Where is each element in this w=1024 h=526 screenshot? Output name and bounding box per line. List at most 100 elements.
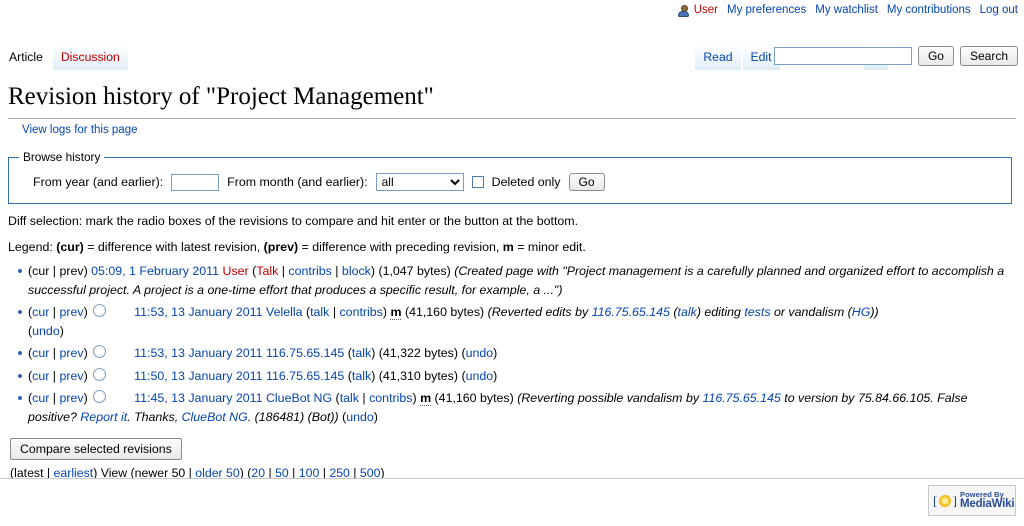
from-month-select[interactable]: allJanuaryFebruaryMarchAprilMayJuneJulyA… [375, 173, 464, 191]
revision-comment: (Reverted edits by 116.75.65.145 (talk) … [487, 305, 879, 319]
cur-diff-link: cur [32, 264, 50, 278]
comment-link[interactable]: talk [678, 305, 697, 319]
powered-by-mediawiki-badge[interactable]: [] Powered By MediaWiki [928, 485, 1016, 516]
prev-diff-link: prev [59, 264, 84, 278]
revision-radio-old[interactable] [93, 390, 107, 403]
undo-link[interactable]: undo [466, 346, 494, 360]
prev-diff-link[interactable]: prev [59, 305, 83, 319]
powered-by-line1: Powered By [960, 489, 1004, 499]
search-form: Go Search [773, 46, 1018, 66]
search-button[interactable]: Search [959, 46, 1018, 66]
powered-by-line2: MediaWiki [960, 498, 1015, 510]
powered-by-text: Powered By MediaWiki [960, 489, 1015, 511]
undo-link[interactable]: undo [346, 410, 374, 424]
undo-link[interactable]: undo [32, 324, 60, 338]
view-logs-link[interactable]: View logs for this page [22, 124, 138, 136]
comment-link[interactable]: tests [744, 305, 770, 319]
browse-history-controls: From year (and earlier): From month (and… [19, 168, 1001, 193]
legend-cur: (cur) [56, 240, 84, 254]
user-talk-link[interactable]: talk [310, 305, 329, 319]
minor-edit-flag: m [420, 391, 432, 406]
from-month-label: From month (and earlier): [227, 175, 368, 189]
page-title: Revision history of "Project Management" [8, 83, 434, 110]
revision-timestamp-link[interactable]: 11:53, 13 January 2011 [134, 346, 262, 360]
revision-radio-old[interactable] [93, 345, 107, 358]
legend-prev-text: = difference with preceding revision, [298, 240, 503, 254]
legend-minor: m [502, 240, 514, 254]
user-contribs-link[interactable]: contribs [369, 391, 412, 405]
revision-user-link[interactable]: ClueBot NG [266, 391, 332, 405]
cur-diff-link[interactable]: cur [32, 305, 49, 319]
revision-history-list: (cur | prev) 05:09, 1 February 2011 User… [0, 262, 1024, 426]
revision-size: (41,160 bytes) [434, 391, 514, 405]
revision-radio-old[interactable] [93, 304, 107, 317]
tab-discussion[interactable]: Discussion [51, 44, 129, 70]
namespace-tabs: Article Discussion [0, 44, 129, 70]
legend-prev: (prev) [263, 240, 299, 254]
personal-link-log-out[interactable]: Log out [980, 4, 1018, 16]
browse-history-legend: Browse history [23, 150, 101, 164]
page-subtitle: View logs for this page [0, 119, 1024, 136]
tab-read[interactable]: Read [694, 44, 742, 70]
personal-toolbar: User My preferences My watchlist My cont… [677, 0, 1018, 20]
personal-link-my-contributions[interactable]: My contributions [887, 4, 971, 16]
comment-link[interactable]: Report it [80, 410, 127, 424]
comment-link[interactable]: 116.75.65.145 [702, 391, 780, 405]
revision-row: (cur | prev) 11:53, 13 January 2011 Vele… [0, 303, 1024, 340]
prev-diff-link[interactable]: prev [59, 369, 83, 383]
tab-article[interactable]: Article [0, 44, 52, 70]
user-avatar-icon [677, 4, 689, 18]
user-contribs-link[interactable]: contribs [339, 305, 382, 319]
revision-timestamp-link[interactable]: 11:45, 13 January 2011 [134, 391, 262, 405]
deleted-only-label: Deleted only [491, 175, 561, 189]
content-area: Revision history of "Project Management"… [0, 74, 1024, 480]
revision-timestamp-link[interactable]: 11:50, 13 January 2011 [134, 369, 262, 383]
personal-link-my-watchlist[interactable]: My watchlist [815, 4, 878, 16]
cur-diff-link[interactable]: cur [32, 391, 49, 405]
cur-diff-link[interactable]: cur [32, 346, 49, 360]
user-talk-link[interactable]: Talk [256, 264, 278, 278]
search-input[interactable] [773, 47, 912, 65]
prev-diff-link[interactable]: prev [59, 391, 83, 405]
browse-history-go-button[interactable]: Go [568, 173, 605, 191]
revision-timestamp-link[interactable]: 11:53, 13 January 2011 [134, 305, 262, 319]
revision-user-link[interactable]: 116.75.65.145 [266, 346, 344, 360]
legend-prefix: Legend: [8, 240, 57, 254]
comment-link[interactable]: ClueBot NG [182, 410, 248, 424]
undo-link[interactable]: undo [466, 369, 494, 383]
from-year-input[interactable] [171, 173, 220, 191]
revision-size: (41,322 bytes) [378, 346, 458, 360]
legend-note: Legend: (cur) = difference with latest r… [0, 228, 1024, 254]
user-talk-link[interactable]: talk [340, 391, 359, 405]
comment-link[interactable]: 116.75.65.145 [592, 305, 670, 319]
search-go-button[interactable]: Go [917, 46, 954, 66]
minor-edit-flag: m [390, 305, 402, 320]
legend-minor-text: = minor edit. [513, 240, 586, 254]
personal-link-user[interactable]: User [694, 4, 718, 16]
user-block-link[interactable]: block [342, 264, 371, 278]
legend-cur-text: = difference with latest revision, [83, 240, 264, 254]
mediawiki-sunflower-icon: [] [933, 492, 957, 508]
revision-user-link[interactable]: User [223, 264, 249, 278]
comment-link[interactable]: HG [852, 305, 871, 319]
revision-size: (41,160 bytes) [404, 305, 485, 319]
browse-history-fieldset: Browse history From year (and earlier): … [8, 150, 1012, 204]
user-contribs-link[interactable]: contribs [288, 264, 331, 278]
cur-diff-link[interactable]: cur [32, 369, 49, 383]
revision-row: (cur | prev) 05:09, 1 February 2011 User… [0, 262, 1024, 299]
revision-size: (41,310 bytes) [378, 368, 458, 383]
compare-selected-revisions-button[interactable]: Compare selected revisions [10, 438, 182, 460]
revision-user-link[interactable]: Velella [266, 305, 303, 319]
diff-selection-note: Diff selection: mark the radio boxes of … [8, 214, 579, 228]
personal-link-my-preferences[interactable]: My preferences [727, 4, 806, 16]
revision-radio-old[interactable] [93, 367, 107, 381]
from-year-label: From year (and earlier): [33, 175, 164, 189]
user-talk-link[interactable]: talk [352, 369, 371, 383]
footer: [] Powered By MediaWiki [0, 479, 1024, 526]
revision-user-link[interactable]: 116.75.65.145 [266, 369, 344, 383]
user-talk-link[interactable]: talk [352, 346, 371, 360]
deleted-only-checkbox[interactable] [471, 176, 484, 188]
revision-row: (cur | prev) 11:45, 13 January 2011 Clue… [0, 389, 1024, 426]
prev-diff-link[interactable]: prev [59, 346, 83, 360]
revision-timestamp-link[interactable]: 05:09, 1 February 2011 [91, 264, 219, 278]
